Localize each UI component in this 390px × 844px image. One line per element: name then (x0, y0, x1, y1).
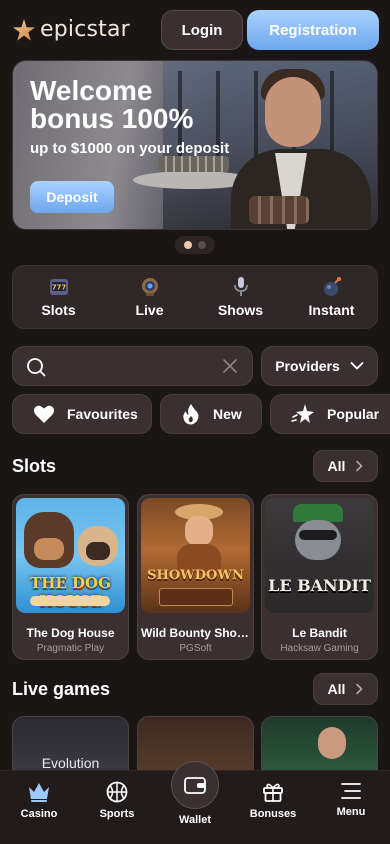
heart-icon (33, 405, 55, 423)
banner-title-line1: Welcome (30, 75, 153, 106)
game-provider: PGSoft (179, 643, 212, 654)
banner-cash-stack (159, 156, 229, 172)
banner-title-line2: bonus 100% (30, 103, 194, 134)
providers-dropdown[interactable]: Providers (261, 346, 378, 386)
sign-plank (159, 588, 233, 606)
chevron-right-icon (356, 460, 364, 472)
game-provider: Pragmatic Play (36, 643, 105, 654)
slots-section-title: Slots (12, 456, 57, 476)
header: epicstar Login Registration (0, 0, 390, 60)
login-button[interactable]: Login (161, 10, 243, 50)
nav-label: Menu (336, 806, 366, 818)
nav-bonuses[interactable]: Bonuses (234, 771, 312, 844)
gift-icon (263, 783, 283, 802)
search-input[interactable] (57, 355, 217, 377)
bone-shape (30, 596, 110, 606)
svg-text:777: 777 (51, 284, 66, 292)
sparkle-star-icon (291, 404, 314, 423)
cowboy-face (185, 516, 213, 546)
wallet-button[interactable] (171, 761, 219, 809)
category-label: Instant (308, 302, 355, 318)
raccoon-head (295, 520, 341, 560)
bottom-navigation: Casino Sports Wallet Bonuses Menu (0, 761, 390, 844)
brand-logo[interactable]: epicstar (12, 17, 130, 42)
live-game-card[interactable] (261, 716, 378, 776)
dog-muzzle (34, 538, 64, 560)
nav-casino[interactable]: Casino (0, 771, 78, 844)
chevron-down-icon (350, 362, 364, 370)
nav-wallet[interactable]: Wallet (156, 761, 234, 844)
live-all-button[interactable]: All (313, 673, 378, 705)
live-camera-icon (139, 276, 161, 298)
game-name: The Dog House (26, 626, 115, 640)
filter-label: New (213, 406, 242, 422)
dealer-figure (318, 727, 346, 759)
game-card[interactable]: SHOWDOWN Wild Bounty Show... PGSoft (137, 494, 254, 660)
slot-machine-icon: 777 (48, 276, 70, 298)
banner-subtitle: up to $1000 on your deposit (30, 140, 230, 157)
category-bar: 777 Slots Live Shows Instant (12, 265, 378, 329)
game-name: Le Bandit (292, 626, 347, 640)
game-thumbnail: LE BANDIT (265, 498, 374, 613)
flame-icon (183, 404, 199, 425)
category-live[interactable]: Live (104, 266, 195, 328)
slots-all-button[interactable]: All (313, 450, 378, 482)
carousel-dot-2[interactable] (198, 241, 206, 249)
hamburger-menu-icon (341, 783, 361, 799)
game-thumbnail: SHOWDOWN (141, 498, 250, 613)
game-provider: Hacksaw Gaming (280, 643, 359, 654)
pug-face (86, 542, 110, 560)
wallet-icon (184, 777, 206, 794)
bomb-icon (321, 276, 343, 298)
filter-label: Favourites (67, 406, 138, 422)
registration-button[interactable]: Registration (247, 10, 379, 50)
category-label: Slots (41, 302, 76, 318)
carousel-dot-1[interactable] (184, 241, 192, 249)
all-label: All (327, 458, 346, 474)
nav-sports[interactable]: Sports (78, 771, 156, 844)
deposit-button[interactable]: Deposit (30, 181, 114, 213)
game-card[interactable]: LE BANDIT Le Bandit Hacksaw Gaming (261, 494, 378, 660)
banner-title: Welcome bonus 100% (30, 77, 230, 133)
close-icon[interactable] (222, 358, 238, 379)
search-icon (26, 357, 46, 382)
search-bar (12, 346, 253, 386)
category-slots[interactable]: 777 Slots (13, 266, 104, 328)
category-label: Shows (217, 302, 264, 318)
live-game-card[interactable]: Evolution (12, 716, 129, 776)
filter-label: Popular (327, 406, 380, 422)
basketball-icon (106, 781, 128, 803)
filter-popular[interactable]: Popular (270, 394, 390, 434)
game-thumbnail: THE DOG HOUSE (16, 498, 125, 613)
crown-icon (29, 783, 49, 802)
nav-menu[interactable]: Menu (312, 771, 390, 844)
game-card[interactable]: THE DOG HOUSE The Dog House Pragmatic Pl… (12, 494, 129, 660)
all-label: All (327, 681, 346, 697)
promo-banner[interactable]: Welcome bonus 100% up to $1000 on your d… (12, 60, 378, 230)
microphone-icon (230, 276, 252, 298)
banner-person-head (265, 77, 321, 147)
game-logo-text: LE BANDIT (268, 576, 371, 595)
banner-chip-stack (249, 196, 309, 224)
providers-label: Providers (275, 358, 340, 374)
live-section-title: Live games (12, 679, 111, 699)
game-name: Wild Bounty Show... (141, 626, 253, 640)
filter-favourites[interactable]: Favourites (12, 394, 152, 434)
live-card-text: Evolution (41, 755, 100, 771)
brand-name: epicstar (40, 17, 130, 42)
star-logo-icon (13, 18, 35, 41)
nav-label: Wallet (179, 814, 211, 826)
game-logo-text: SHOWDOWN (147, 568, 244, 583)
category-shows[interactable]: Shows (195, 266, 286, 328)
filter-new[interactable]: New (160, 394, 262, 434)
category-instant[interactable]: Instant (286, 266, 377, 328)
raccoon-mask (299, 530, 337, 540)
nav-label: Casino (20, 808, 58, 820)
nav-label: Sports (99, 808, 135, 820)
category-label: Live (135, 302, 164, 318)
carousel-dots (175, 236, 215, 254)
chevron-right-icon (356, 683, 364, 695)
nav-label: Bonuses (249, 808, 297, 820)
